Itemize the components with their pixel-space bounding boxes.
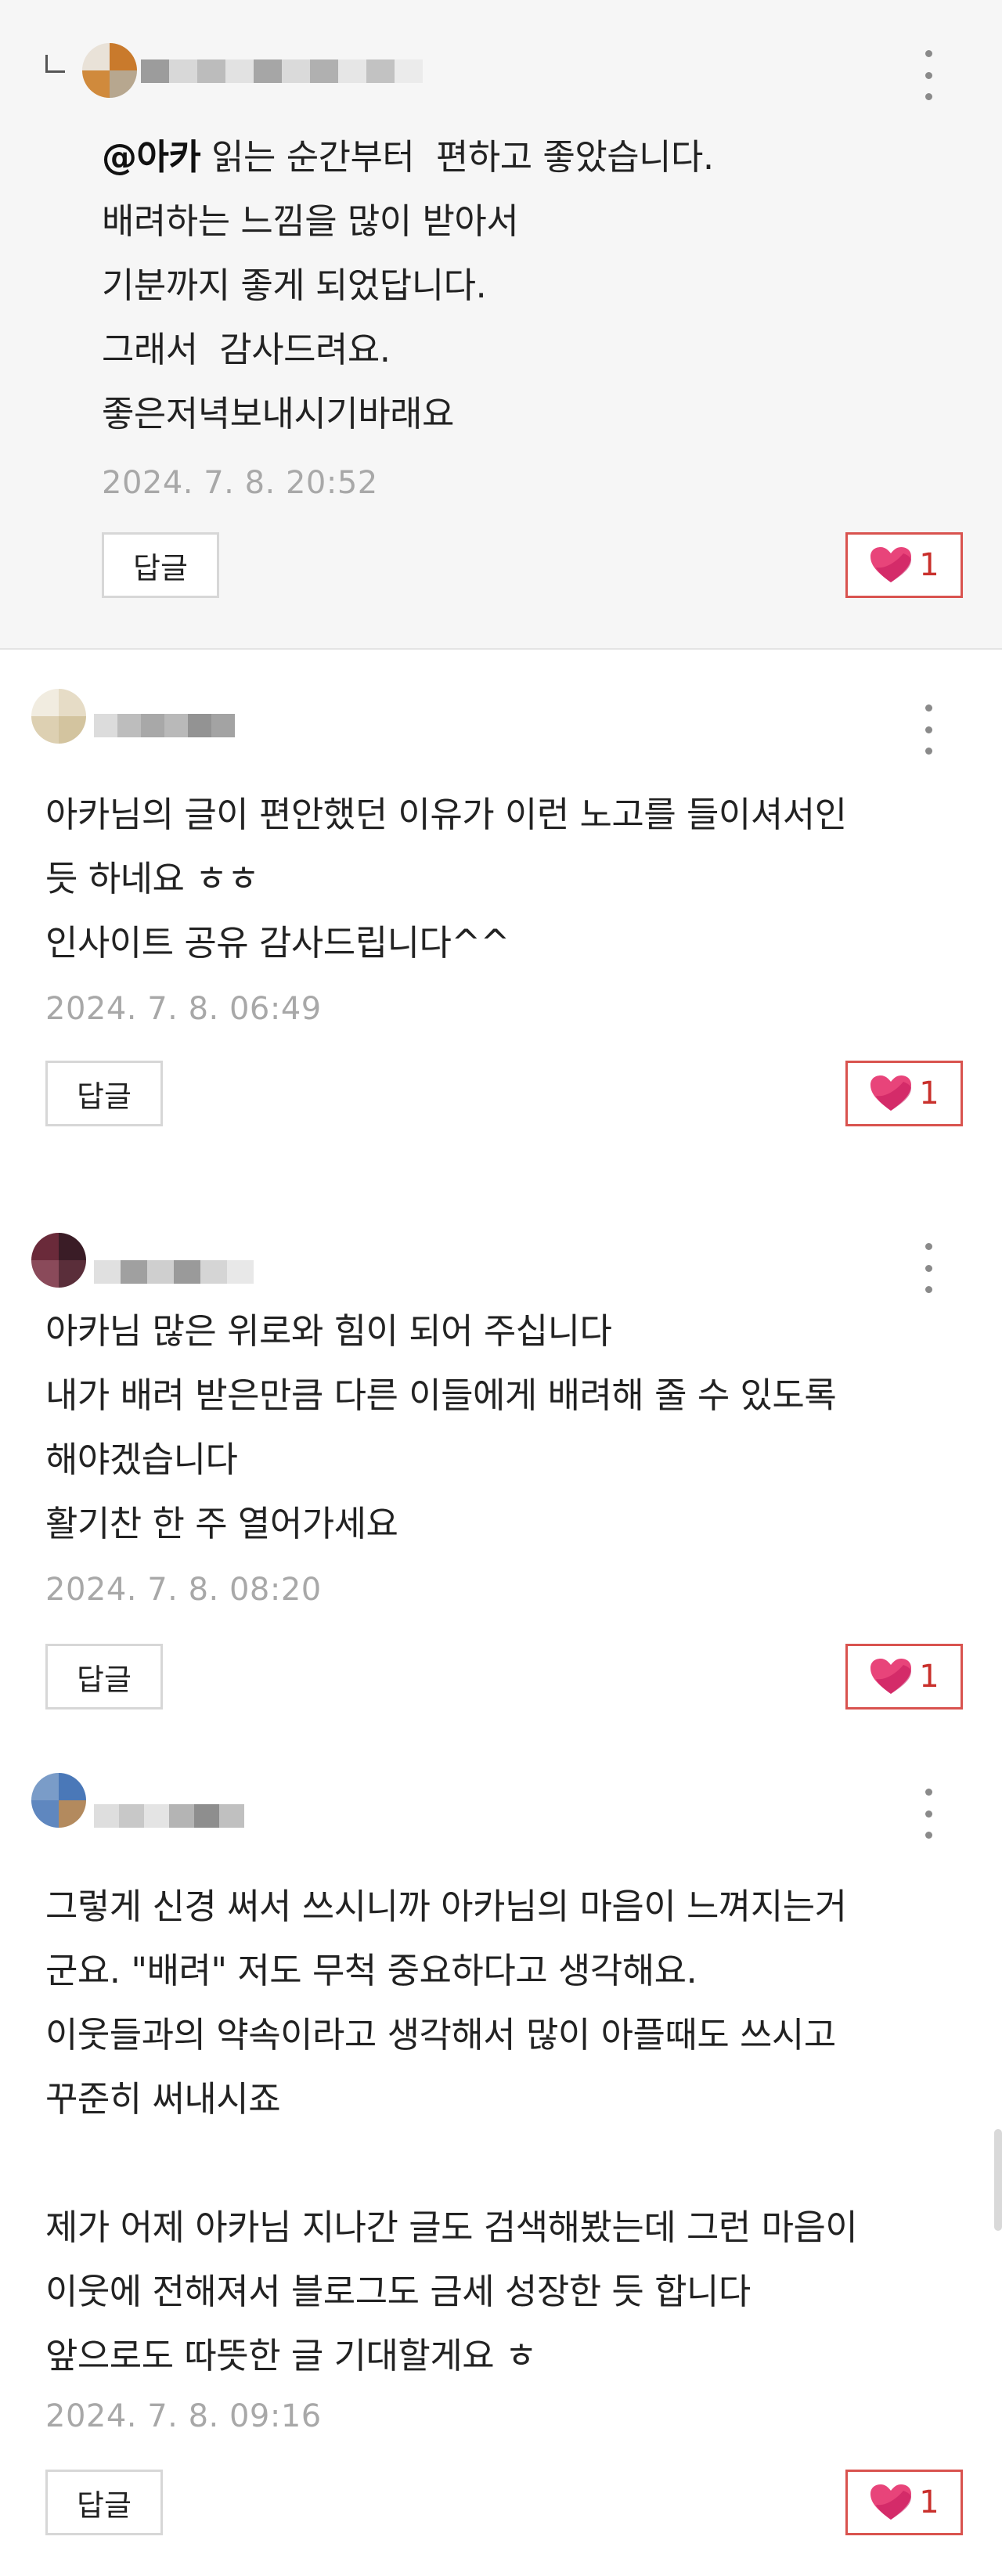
comment-line-text: 제가 어제 아카님 지나간 글도 검색해봤는데 그런 마음이 xyxy=(45,2207,858,2248)
comment-line-text: 그래서 감사드려요. xyxy=(102,329,391,370)
like-count: 1 xyxy=(919,2484,939,2520)
like-button[interactable]: 1 xyxy=(845,1644,963,1710)
vertical-ellipsis-icon[interactable] xyxy=(919,1789,938,1839)
scrollbar-thumb[interactable] xyxy=(994,2129,1002,2231)
vertical-ellipsis-icon[interactable] xyxy=(919,704,938,755)
comment-line-text: 앞으로도 따뜻한 글 기대할게요 ㅎ xyxy=(45,2335,537,2376)
comment-line-text: 이웃에 전해져서 블로그도 금세 성장한 듯 합니다 xyxy=(45,2271,751,2312)
comment-line: 앞으로도 따뜻한 글 기대할게요 ㅎ xyxy=(45,2324,857,2388)
comment-line: 이웃에 전해져서 블로그도 금세 성장한 듯 합니다 xyxy=(45,2260,857,2324)
avatar[interactable] xyxy=(82,43,137,98)
reply-button[interactable]: 답글 xyxy=(45,1061,163,1126)
like-count: 1 xyxy=(919,1659,939,1695)
comment-line-text: 인사이트 공유 감사드립니다^^ xyxy=(45,922,510,964)
comment-line-text: 기분까지 좋게 되었답니다. xyxy=(102,265,487,306)
mention-link[interactable]: @아카 xyxy=(102,136,201,178)
comment-line-text: 그렇게 신경 써서 쓰시니까 아카님의 마음이 느껴지는거 xyxy=(45,1886,847,1927)
author-name-blurred[interactable] xyxy=(94,1804,244,1828)
avatar[interactable] xyxy=(31,1773,86,1828)
timestamp: 2024. 7. 8. 09:16 xyxy=(45,2398,322,2434)
comment-line: 해야겠습니다 xyxy=(45,1428,836,1492)
comment-body: 아카님의 글이 편안했던 이유가 이런 노고를 들이셔서인듯 하네요 ㅎㅎ 인사이… xyxy=(45,783,847,975)
comment-line-text: 내가 배려 받은만큼 다른 이들에게 배려해 줄 수 있도록 xyxy=(45,1374,837,1416)
comment-line-text: 해야겠습니다 xyxy=(45,1439,238,1480)
comment-line-text: 배려하는 느낌을 많이 받아서 xyxy=(102,200,519,242)
comment-line: 기분까지 좋게 되었답니다. xyxy=(102,254,714,318)
comment-line: 꾸준히 써내시죠 xyxy=(45,2067,857,2131)
reply-arrow-icon xyxy=(45,55,65,73)
heart-icon xyxy=(870,547,912,582)
comment-line: 내가 배려 받은만큼 다른 이들에게 배려해 줄 수 있도록 xyxy=(45,1364,837,1428)
comment-line-text: 좋은저녁보내시기바래요 xyxy=(102,393,454,434)
timestamp: 2024. 7. 8. 20:52 xyxy=(102,465,378,501)
comment-line: 인사이트 공유 감사드립니다^^ xyxy=(45,911,847,975)
comment-body: @아카 읽는 순간부터 편하고 좋았습니다. 배려하는 느낌을 많이 받아서기분까… xyxy=(102,125,714,446)
reply-button[interactable]: 답글 xyxy=(45,1644,163,1710)
comment-line: 아카님 많은 위로와 힘이 되어 주십니다 xyxy=(45,1299,836,1364)
comment-line: 듯 하네요 ㅎㅎ xyxy=(45,847,847,911)
like-button[interactable]: 1 xyxy=(845,1061,963,1126)
comment-line: 그렇게 신경 써서 쓰시니까 아카님의 마음이 느껴지는거 xyxy=(45,1875,857,1939)
like-count: 1 xyxy=(919,1075,939,1111)
vertical-ellipsis-icon[interactable] xyxy=(919,50,938,100)
comment-line-text: 꾸준히 써내시죠 xyxy=(45,2078,281,2120)
comment-line: @아카 읽는 순간부터 편하고 좋았습니다. xyxy=(102,125,714,189)
reply-button[interactable]: 답글 xyxy=(102,532,219,598)
comment-4: 그렇게 신경 써서 쓰시니까 아카님의 마음이 느껴지는거군요. "배려" 저도… xyxy=(0,1761,1002,2576)
heart-icon xyxy=(870,1659,912,1694)
comment-line: 제가 어제 아카님 지나간 글도 검색해봤는데 그런 마음이 xyxy=(45,2196,858,2260)
comment-line: 아카님의 글이 편안했던 이유가 이런 노고를 들이셔서인 xyxy=(45,783,847,847)
comment-line-text: 군요. "배려" 저도 무척 중요하다고 생각해요. xyxy=(45,1950,697,1991)
author-name-blurred[interactable] xyxy=(94,1260,254,1284)
comment-line-text: 읽는 순간부터 편하고 좋았습니다. xyxy=(200,136,714,178)
like-button[interactable]: 1 xyxy=(845,2470,963,2535)
comment-line: 군요. "배려" 저도 무척 중요하다고 생각해요. xyxy=(45,1939,857,2003)
timestamp: 2024. 7. 8. 08:20 xyxy=(45,1572,322,1608)
heart-icon xyxy=(870,1075,912,1111)
heart-icon xyxy=(870,2484,912,2520)
reply-button[interactable]: 답글 xyxy=(45,2470,163,2535)
comment-body: 아카님 많은 위로와 힘이 되어 주십니다내가 배려 받은만큼 다른 이들에게 … xyxy=(45,1299,837,1556)
timestamp: 2024. 7. 8. 06:49 xyxy=(45,991,322,1027)
comment-line-text: 아카님의 글이 편안했던 이유가 이런 노고를 들이셔서인 xyxy=(45,794,847,835)
comment-line-text: 듯 하네요 ㅎㅎ xyxy=(45,858,260,899)
comment-line: 그래서 감사드려요. xyxy=(102,318,714,382)
comment-line: 이웃들과의 약속이라고 생각해서 많이 아플때도 쓰시고 xyxy=(45,2003,857,2067)
vertical-ellipsis-icon[interactable] xyxy=(919,1243,938,1293)
comment-line: 좋은저녁보내시기바래요 xyxy=(102,382,714,446)
comment-2: 아카님의 글이 편안했던 이유가 이런 노고를 들이셔서인듯 하네요 ㅎㅎ 인사이… xyxy=(0,650,1002,1198)
comment-body: 그렇게 신경 써서 쓰시니까 아카님의 마음이 느껴지는거군요. "배려" 저도… xyxy=(45,1875,858,2388)
comment-line: 활기찬 한 주 열어가세요 xyxy=(45,1492,836,1556)
avatar[interactable] xyxy=(31,689,86,744)
comment-line-text: 이웃들과의 약속이라고 생각해서 많이 아플때도 쓰시고 xyxy=(45,2014,836,2055)
like-count: 1 xyxy=(919,547,939,583)
comment-line-text: 아카님 많은 위로와 힘이 되어 주십니다 xyxy=(45,1310,612,1352)
comment-3: 아카님 많은 위로와 힘이 되어 주십니다내가 배려 받은만큼 다른 이들에게 … xyxy=(0,1198,1002,1761)
author-name-blurred[interactable] xyxy=(94,714,235,737)
author-name-blurred[interactable] xyxy=(141,59,423,83)
avatar[interactable] xyxy=(31,1233,86,1288)
comment-reply-1: @아카 읽는 순간부터 편하고 좋았습니다. 배려하는 느낌을 많이 받아서기분까… xyxy=(0,0,1002,650)
like-button[interactable]: 1 xyxy=(845,532,963,598)
comment-line: 배려하는 느낌을 많이 받아서 xyxy=(102,189,714,254)
comment-line xyxy=(45,2131,857,2196)
comment-line-text: 활기찬 한 주 열어가세요 xyxy=(45,1503,398,1544)
